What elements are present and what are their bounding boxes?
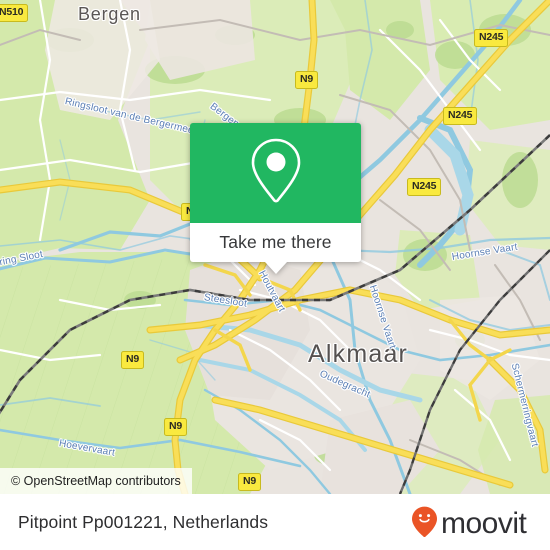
map-preview-screen: N510 N9 N245 N245 N245 N9 N9 N9 N9 Berge… — [0, 0, 550, 550]
callout-action-label: Take me there — [219, 232, 332, 252]
moovit-logo[interactable]: moovit — [410, 505, 534, 539]
map-pin-icon — [248, 136, 304, 211]
map-attribution-text: © OpenStreetMap contributors — [11, 474, 181, 488]
callout-pointer-tail — [264, 262, 287, 274]
road-shield: N245 — [474, 29, 509, 47]
callout-header — [190, 123, 361, 223]
map-attribution[interactable]: © OpenStreetMap contributors — [0, 468, 192, 494]
callout-action[interactable]: Take me there — [190, 223, 361, 262]
place-label-bergen: Bergen — [78, 4, 141, 24]
footer-bar: Pitpoint Pp001221, Netherlands moovit — [0, 494, 550, 550]
road-shield: N9 — [121, 351, 145, 369]
location-callout-card[interactable]: Take me there — [190, 123, 361, 274]
moovit-wordmark: moovit — [441, 507, 528, 539]
map-viewport[interactable]: N510 N9 N245 N245 N245 N9 N9 N9 N9 Berge… — [0, 0, 550, 494]
moovit-pin-smiley-icon — [412, 506, 437, 537]
road-shield: N9 — [295, 71, 319, 89]
road-shield: N9 — [164, 418, 188, 436]
road-shield: N245 — [407, 178, 442, 196]
page-title: Pitpoint Pp001221, Netherlands — [18, 511, 269, 532]
svg-text:moovit: moovit — [441, 507, 528, 539]
road-shield: N510 — [0, 4, 29, 22]
road-shield: N9 — [238, 473, 262, 491]
road-shield: N245 — [443, 107, 478, 125]
